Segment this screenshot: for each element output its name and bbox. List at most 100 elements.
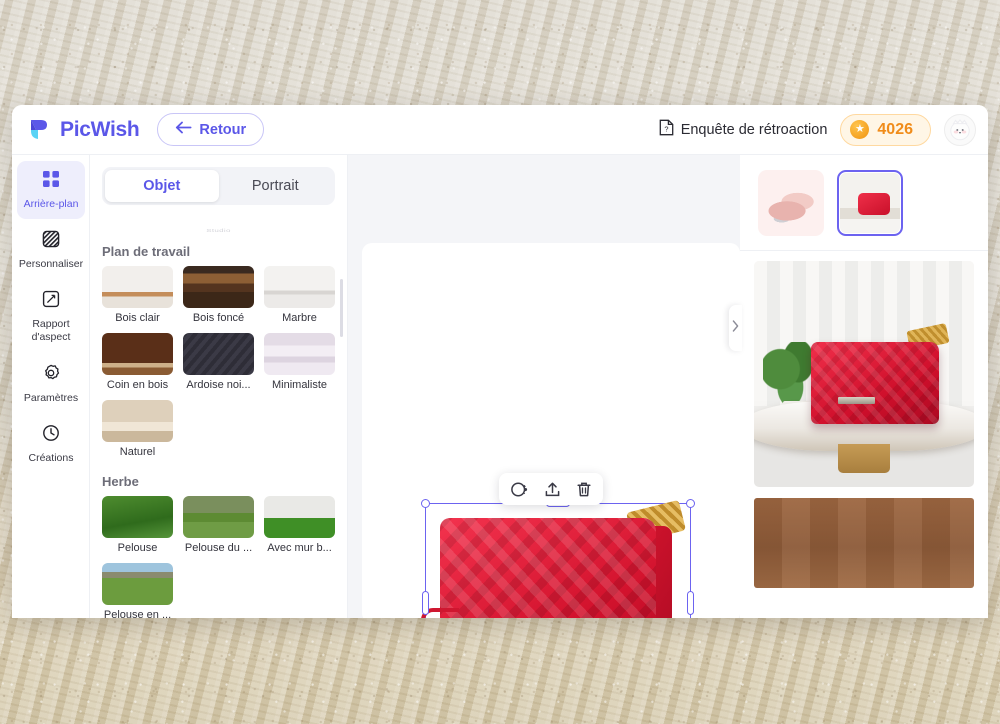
left-sidebar: Arrière-plan Personnaliser Rapport d'asp… (12, 155, 90, 618)
sidebar-item-aspect-ratio[interactable]: Rapport d'aspect (17, 281, 85, 352)
background-option[interactable]: Avec mur b... (264, 496, 335, 561)
picwish-editor-window: PicWish Retour ? Enquête de rétroaction … (12, 105, 988, 618)
background-option-label: Bois clair (115, 312, 160, 324)
canvas-artboard[interactable] (362, 243, 740, 618)
cutout-mask-icon[interactable] (510, 481, 529, 498)
background-option[interactable]: Ardoise noi... (183, 333, 254, 398)
crop-resize-icon (42, 290, 60, 313)
app-body: Arrière-plan Personnaliser Rapport d'asp… (12, 155, 988, 618)
background-option[interactable]: Naturel (102, 400, 173, 465)
hatched-square-icon (42, 230, 60, 253)
background-option[interactable]: Pelouse du ... (183, 496, 254, 561)
background-thumbnail (264, 333, 335, 375)
red-quilted-handbag-object[interactable] (421, 500, 694, 618)
library-scrollbar-track[interactable] (340, 167, 345, 537)
tab-label: Objet (143, 178, 181, 194)
background-option-label: Ardoise noi... (186, 379, 251, 391)
resize-handle-right[interactable] (687, 591, 694, 615)
bag-logo-plate-detail (837, 396, 875, 405)
background-option[interactable]: Minimaliste (264, 333, 335, 398)
resize-handle-top-right[interactable] (686, 499, 695, 508)
background-option-label: Avec mur b... (267, 542, 332, 554)
editor-canvas-area[interactable] (348, 155, 740, 618)
background-thumbnail (102, 563, 173, 605)
background-library-panel: Objet Portrait Studio Plan de travail Bo… (90, 155, 348, 618)
background-option-label: Naturel (119, 446, 156, 458)
header-actions: ? Enquête de rétroaction ★ 4026 (659, 113, 976, 146)
library-scroll-region[interactable]: Studio Plan de travail Bois clair Bois f… (90, 209, 347, 618)
grid-squares-icon (42, 170, 60, 193)
back-button[interactable]: Retour (157, 113, 265, 146)
background-thumbnail (183, 333, 254, 375)
background-option[interactable]: Pelouse (102, 496, 173, 561)
desktop-background: PicWish Retour ? Enquête de rétroaction … (0, 0, 1000, 724)
upload-icon[interactable] (544, 481, 561, 498)
background-option-label: Minimaliste (271, 379, 327, 391)
object-selection-box[interactable] (421, 499, 695, 618)
app-header: PicWish Retour ? Enquête de rétroaction … (12, 105, 988, 155)
group-title-herbe: Herbe (102, 474, 139, 489)
scrolled-off-label: Studio (206, 228, 231, 233)
background-option[interactable]: Pelouse en ... (102, 563, 173, 618)
background-thumbnail (102, 333, 173, 375)
sidebar-item-label: Rapport d'aspect (31, 318, 71, 344)
background-option[interactable]: Bois clair (102, 266, 173, 331)
chevron-right-icon (732, 319, 739, 337)
arrow-left-icon (175, 121, 192, 138)
background-option-label: Pelouse en ... (103, 609, 172, 618)
results-scroll-region[interactable] (740, 251, 988, 618)
sidebar-item-label: Arrière-plan (23, 198, 79, 210)
feedback-survey-button[interactable]: ? Enquête de rétroaction (659, 119, 828, 140)
library-scrollbar-thumb[interactable] (340, 279, 343, 337)
background-thumbnail (183, 266, 254, 308)
brand-logo[interactable]: PicWish (26, 117, 140, 143)
user-avatar-icon[interactable] (944, 113, 976, 146)
result-preview-handbag-marble[interactable] (754, 261, 974, 487)
background-thumbnail (102, 266, 173, 308)
star-coin-icon: ★ (850, 120, 870, 139)
sidebar-item-settings[interactable]: Paramètres (17, 355, 85, 413)
background-option-label: Bois foncé (192, 312, 245, 324)
background-grid-plan-de-travail: Bois clair Bois foncé Marbre Coin en boi… (102, 266, 335, 465)
library-tabs: Objet Portrait (102, 167, 335, 205)
source-images-strip (740, 155, 988, 251)
background-thumbnail (102, 496, 173, 538)
background-option[interactable]: Bois foncé (183, 266, 254, 331)
background-option-label: Pelouse (117, 542, 158, 554)
table-base (837, 444, 891, 474)
credits-badge[interactable]: ★ 4026 (840, 113, 931, 146)
result-preview-wood-texture[interactable] (754, 498, 974, 588)
sidebar-item-background[interactable]: Arrière-plan (17, 161, 85, 220)
sidebar-item-label: Créations (28, 451, 74, 464)
scrolled-off-row: Studio (102, 209, 335, 235)
trash-icon[interactable] (576, 481, 592, 498)
resize-handle-left[interactable] (422, 591, 429, 615)
background-thumbnail (264, 266, 335, 308)
credits-amount: 4026 (877, 120, 913, 138)
sidebar-item-creations[interactable]: Créations (17, 415, 85, 473)
resize-handle-top-left[interactable] (421, 499, 430, 508)
results-panel (729, 155, 988, 618)
document-question-icon: ? (659, 119, 674, 140)
object-toolbar (499, 473, 603, 505)
clock-history-icon (42, 424, 60, 447)
gear-icon (42, 364, 60, 387)
background-grid-herbe: Pelouse Pelouse du ... Avec mur b... Pel… (102, 496, 335, 618)
background-thumbnail (102, 400, 173, 442)
svg-text:?: ? (664, 124, 668, 133)
source-thumbnail-handbag[interactable] (837, 169, 903, 236)
background-option-label: Coin en bois (106, 379, 169, 391)
brand-name: PicWish (60, 117, 140, 141)
tab-portrait[interactable]: Portrait (219, 170, 333, 202)
background-option[interactable]: Coin en bois (102, 333, 173, 398)
tab-objet[interactable]: Objet (105, 170, 219, 202)
sidebar-item-customize[interactable]: Personnaliser (17, 221, 85, 279)
background-option[interactable]: Marbre (264, 266, 335, 331)
red-handbag-in-scene (811, 342, 939, 424)
background-thumbnail (264, 496, 335, 538)
feedback-survey-label: Enquête de rétroaction (680, 121, 828, 138)
tab-label: Portrait (251, 178, 299, 194)
source-thumbnail-sneakers[interactable] (758, 169, 824, 236)
background-option-label: Pelouse du ... (184, 542, 253, 554)
collapse-panel-button[interactable] (729, 305, 742, 351)
